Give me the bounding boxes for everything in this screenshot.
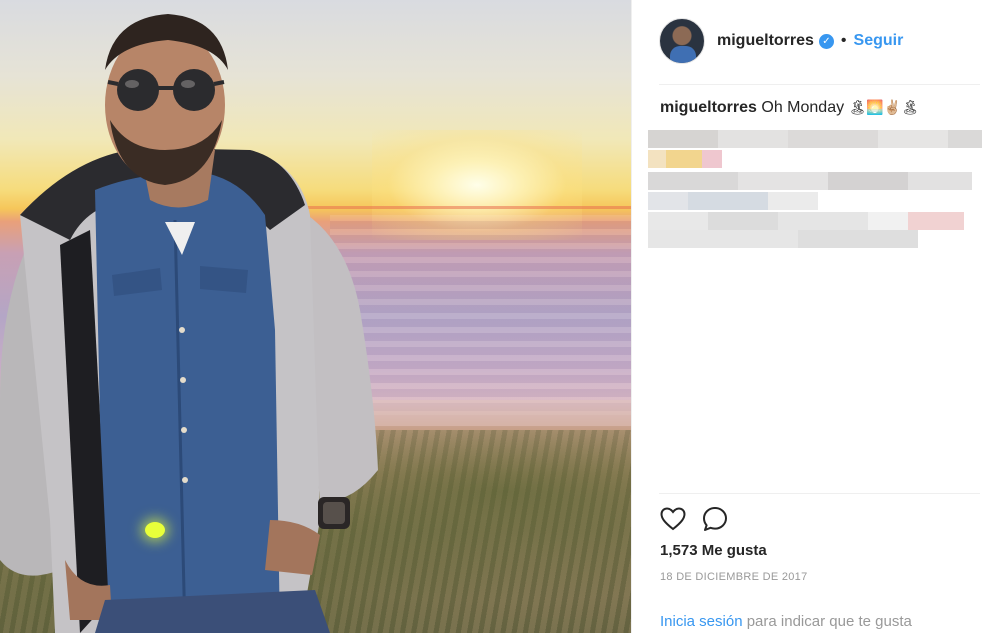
heart-icon — [660, 507, 686, 531]
person-figure — [0, 14, 378, 633]
post-side-panel: migueltorres ✓ • Seguir migueltorres Oh … — [631, 0, 1000, 633]
like-button[interactable] — [659, 505, 687, 533]
likes-count[interactable]: 1,573 Me gusta — [660, 542, 767, 559]
caption-text: Oh Monday — [761, 99, 845, 116]
comment-button[interactable] — [701, 505, 729, 533]
actions-divider — [659, 493, 980, 494]
post-actions — [659, 504, 729, 534]
follow-button[interactable]: Seguir — [854, 32, 904, 50]
post-header: migueltorres ✓ • Seguir — [659, 16, 980, 66]
separator-dot: • — [840, 32, 847, 49]
login-prompt: Inicia sesión para indicar que te gusta — [660, 613, 912, 630]
comment-icon — [703, 507, 727, 531]
header-divider — [659, 84, 980, 85]
caption-emojis: 🏝🌅✌🏼🏝 — [848, 99, 919, 115]
verified-badge-icon: ✓ — [818, 33, 834, 49]
avatar[interactable] — [659, 18, 705, 64]
login-link[interactable]: Inicia sesión — [660, 613, 743, 630]
login-prompt-text: para indicar que te gusta — [742, 613, 912, 630]
username-link[interactable]: migueltorres — [717, 32, 814, 50]
caption-author-link[interactable]: migueltorres — [660, 99, 757, 116]
blurred-comments — [648, 130, 988, 250]
post-caption: migueltorres Oh Monday 🏝🌅✌🏼🏝 — [660, 96, 980, 119]
lens-flare — [145, 522, 165, 538]
post-date: 18 DE DICIEMBRE DE 2017 — [660, 571, 808, 583]
post-photo[interactable] — [0, 0, 631, 633]
